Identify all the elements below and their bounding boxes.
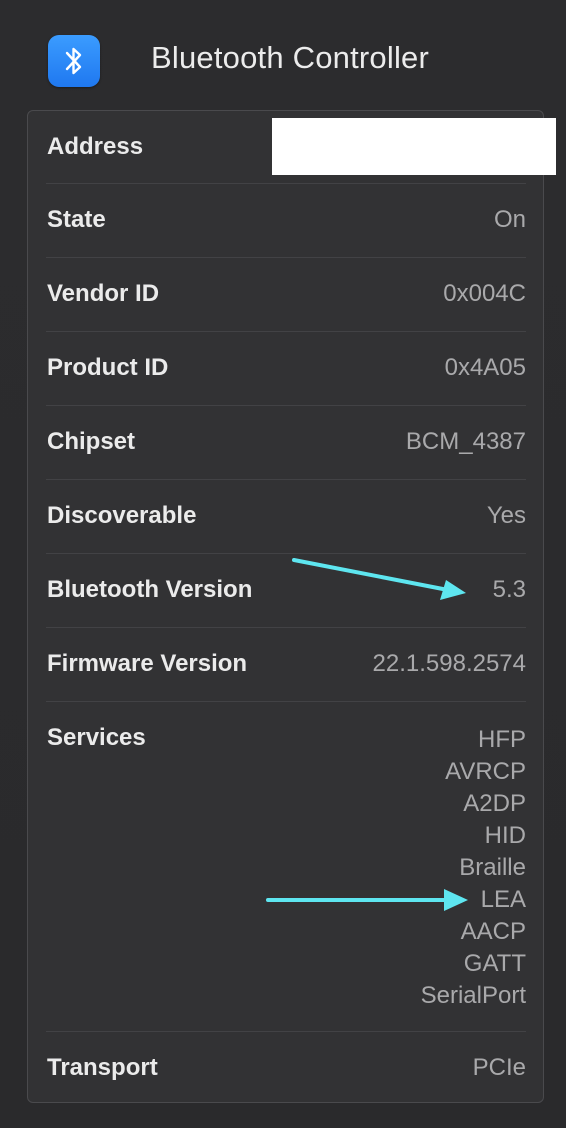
row-vendor-id: Vendor ID 0x004C [46,258,526,332]
info-card: Address State On Vendor ID 0x004C Produc… [27,110,556,1104]
row-chipset: Chipset BCM_4387 [46,406,526,480]
discoverable-label: Discoverable [47,502,197,529]
service-item: AVRCP [445,758,526,785]
row-bluetooth-version: Bluetooth Version 5.3 [46,554,526,628]
bluetooth-controller-panel: Bluetooth Controller Address State On Ve… [0,0,566,1128]
header: Bluetooth Controller [0,0,566,110]
row-discoverable: Discoverable Yes [46,480,526,554]
page-title: Bluetooth Controller [151,40,429,75]
row-services: Services HFP AVRCP A2DP HID Braille LEA … [46,702,526,1032]
discoverable-value: Yes [486,502,526,529]
services-label: Services [47,724,146,751]
services-list: HFP AVRCP A2DP HID Braille LEA AACP GATT… [421,724,526,1012]
firmware-version-value: 22.1.598.2574 [372,650,526,677]
state-label: State [47,206,106,233]
service-item: AACP [460,918,526,945]
state-value: On [493,206,526,233]
service-item: HFP [478,726,526,753]
vendor-id-label: Vendor ID [47,280,160,307]
bluetooth-icon [48,35,100,87]
product-id-label: Product ID [47,354,169,381]
firmware-version-label: Firmware Version [47,650,248,677]
service-item: HID [484,822,526,849]
service-item: LEA [480,886,526,913]
vendor-id-value: 0x004C [443,280,526,307]
bluetooth-version-label: Bluetooth Version [47,576,253,603]
service-item: A2DP [463,790,526,817]
service-item: GATT [463,950,526,977]
row-state: State On [46,184,526,258]
transport-label: Transport [47,1054,158,1081]
service-item: SerialPort [420,982,526,1009]
product-id-value: 0x4A05 [444,354,526,381]
chipset-label: Chipset [47,428,136,455]
row-address: Address [46,111,556,184]
address-redaction [272,118,556,175]
row-product-id: Product ID 0x4A05 [46,332,526,406]
row-firmware-version: Firmware Version 22.1.598.2574 [46,628,526,702]
service-item: Braille [459,854,526,881]
chipset-value: BCM_4387 [405,428,526,455]
transport-value: PCIe [472,1054,526,1081]
bluetooth-glyph-icon [65,47,82,75]
bluetooth-version-value: 5.3 [492,576,526,603]
address-label: Address [47,133,144,160]
row-transport: Transport PCIe [46,1032,526,1104]
